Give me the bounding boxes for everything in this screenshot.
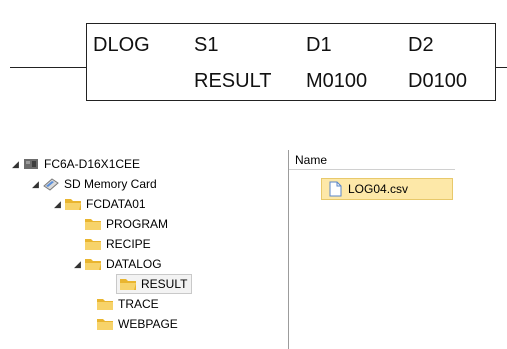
file-item-log04[interactable]: LOG04.csv	[321, 178, 453, 200]
ladder-rung-line-left	[10, 67, 87, 68]
instruction-name: DLOG	[93, 34, 150, 56]
tree-item-label: TRACE	[118, 297, 159, 311]
sd-card-icon	[42, 176, 60, 192]
dlog-instruction-block[interactable]: DLOG S1 D1 D2 RESULT M0100 D0100	[86, 23, 496, 101]
folder-icon	[96, 296, 114, 312]
tree-item-selection[interactable]: RESULT	[116, 274, 193, 294]
tree-item-program[interactable]: PROGRAM	[84, 214, 168, 234]
file-item-label: LOG04.csv	[348, 182, 409, 196]
collapse-arrow-icon[interactable]: ◢	[32, 174, 42, 194]
operand-value-d1: M0100	[306, 70, 368, 92]
tree-item-trace[interactable]: TRACE	[96, 294, 159, 314]
column-header-name[interactable]: Name	[289, 150, 455, 170]
folder-icon	[84, 216, 102, 232]
tree-item-label: FCDATA01	[86, 197, 146, 211]
tree-item-label: DATALOG	[106, 257, 162, 271]
folder-open-icon	[64, 196, 82, 212]
tree-item-sd-card[interactable]: ◢ SD Memory Card	[32, 174, 157, 194]
tree-item-label: WEBPAGE	[118, 317, 178, 331]
tree-item-datalog[interactable]: ◢ DATALOG	[74, 254, 162, 274]
folder-icon	[96, 316, 114, 332]
collapse-arrow-icon[interactable]: ◢	[54, 194, 64, 214]
tree-item-label: RESULT	[141, 277, 188, 291]
tree-item-fcdata01[interactable]: ◢ FCDATA01	[54, 194, 146, 214]
operand-value-d2: D0100	[408, 70, 467, 92]
file-list[interactable]: Name LOG04.csv	[289, 150, 507, 349]
operand-header-d2: D2	[408, 34, 434, 56]
tree-item-label: PROGRAM	[106, 217, 169, 231]
tree-item-recipe[interactable]: RECIPE	[84, 234, 151, 254]
ladder-rung-line-right	[496, 67, 507, 68]
tree-item-label: FC6A-D16X1CEE	[44, 157, 141, 171]
tree-item-result[interactable]: RESULT	[116, 274, 193, 294]
operand-value-s1: RESULT	[194, 70, 272, 92]
tree-item-label: RECIPE	[106, 237, 151, 251]
folder-open-icon	[84, 256, 102, 272]
folder-open-icon	[119, 276, 137, 292]
tree-item-webpage[interactable]: WEBPAGE	[96, 314, 178, 334]
tree-item-device[interactable]: ◢ FC6A-D16X1CEE	[12, 154, 140, 174]
csv-file-icon	[326, 181, 344, 197]
collapse-arrow-icon[interactable]: ◢	[12, 154, 22, 174]
collapse-arrow-icon[interactable]: ◢	[74, 254, 84, 274]
plc-device-icon	[22, 156, 40, 172]
operand-header-s1: S1	[194, 34, 219, 56]
folder-icon	[84, 236, 102, 252]
folder-tree[interactable]: ◢ FC6A-D16X1CEE ◢ SD Memory Card ◢ FCDAT…	[0, 150, 288, 349]
tree-item-label: SD Memory Card	[64, 177, 157, 191]
operand-header-d1: D1	[306, 34, 332, 56]
